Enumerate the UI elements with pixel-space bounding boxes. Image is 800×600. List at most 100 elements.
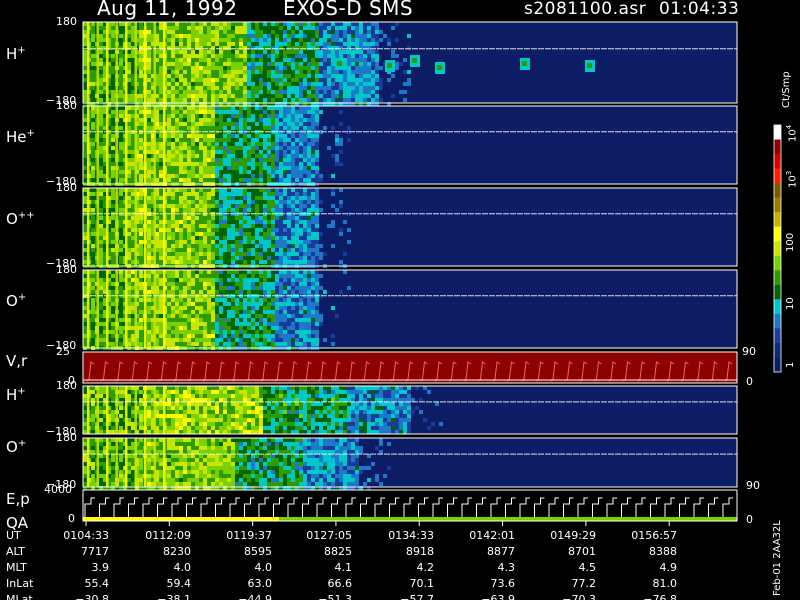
- heatmap-cell: [119, 46, 123, 50]
- heatmap-cell: [171, 248, 175, 252]
- heatmap-cell: [99, 220, 103, 224]
- heatmap-cell: [215, 240, 219, 244]
- heatmap-cell: [111, 26, 115, 30]
- heatmap-cell: [275, 138, 279, 142]
- heatmap-cell: [183, 290, 187, 294]
- heatmap-cell: [131, 274, 135, 278]
- heatmap-cell: [203, 244, 207, 248]
- heatmap-cell: [303, 62, 307, 66]
- heatmap-cell: [331, 42, 335, 46]
- heatmap-cell: [227, 86, 231, 90]
- heatmap-cell: [275, 146, 279, 150]
- heatmap-cell: [179, 86, 183, 90]
- heatmap-cell: [259, 290, 263, 294]
- heatmap-cell: [183, 26, 187, 30]
- heatmap-cell: [263, 78, 267, 82]
- heatmap-cell: [219, 200, 223, 204]
- heatmap-cell: [275, 224, 279, 228]
- heatmap-cell: [347, 30, 351, 34]
- heatmap-cell: [215, 252, 219, 256]
- heatmap-cell: [255, 70, 259, 74]
- heatmap-cell: [167, 106, 171, 110]
- heatmap-cell: [175, 260, 179, 264]
- heatmap-cell: [223, 192, 227, 196]
- heatmap-cell: [263, 138, 267, 142]
- heatmap-cell: [283, 82, 287, 86]
- heatmap-cell: [235, 286, 239, 290]
- heatmap-cell: [203, 166, 207, 170]
- heatmap-cell: [243, 114, 247, 118]
- heatmap-cell: [291, 260, 295, 264]
- heatmap-cell: [195, 200, 199, 204]
- heatmap-cell: [279, 34, 283, 38]
- heatmap-cell: [287, 188, 291, 192]
- heatmap-cell: [247, 150, 251, 154]
- heatmap-cell: [111, 224, 115, 228]
- heatmap-cell: [195, 208, 199, 212]
- heatmap-cell: [119, 302, 123, 306]
- heatmap-cell: [171, 228, 175, 232]
- heatmap-cell: [227, 200, 231, 204]
- heatmap-cell: [227, 150, 231, 154]
- heatmap-cell: [375, 58, 379, 62]
- heatmap-cell: [231, 118, 235, 122]
- heatmap-cell: [263, 170, 267, 174]
- heatmap-cell: [303, 166, 307, 170]
- heatmap-cell: [315, 66, 319, 70]
- heatmap-cell: [223, 256, 227, 260]
- heatmap-cell: [199, 298, 203, 302]
- heatmap-cell: [263, 118, 267, 122]
- heatmap-cell: [183, 326, 187, 330]
- heatmap-cell: [199, 66, 203, 70]
- heatmap-cell: [127, 50, 131, 54]
- heatmap-cell: [375, 98, 379, 102]
- heatmap-cell: [371, 74, 375, 78]
- heatmap-cell: [187, 126, 191, 130]
- heatmap-cell: [239, 142, 243, 146]
- heatmap-stripe: [125, 106, 128, 184]
- heatmap-cell: [307, 154, 311, 158]
- heatmap-cell: [187, 306, 191, 310]
- heatmap-cell: [83, 98, 87, 102]
- heatmap-cell: [203, 270, 207, 274]
- heatmap-cell: [371, 90, 375, 94]
- heatmap-cell: [83, 196, 87, 200]
- heatmap-cell: [175, 322, 179, 326]
- heatmap-cell: [239, 274, 243, 278]
- heatmap-cell: [347, 90, 351, 94]
- heatmap-cell: [203, 162, 207, 166]
- heatmap-cell: [395, 54, 399, 58]
- heatmap-cell: [227, 188, 231, 192]
- heatmap-cell: [227, 208, 231, 212]
- heatmap-cell: [259, 302, 263, 306]
- heatmap-cell: [275, 208, 279, 212]
- heatmap-cell: [119, 260, 123, 264]
- heatmap-cell: [147, 54, 151, 58]
- heatmap-cell: [227, 66, 231, 70]
- heatmap-cell: [191, 62, 195, 66]
- heatmap-cell: [239, 90, 243, 94]
- heatmap-cell: [255, 178, 259, 182]
- heatmap-cell: [131, 248, 135, 252]
- heatmap-cell: [99, 286, 103, 290]
- heatmap-cell: [379, 86, 383, 90]
- heatmap-cell: [179, 274, 183, 278]
- heatmap-cell: [307, 248, 311, 252]
- heatmap-cell: [271, 78, 275, 82]
- heatmap-cell: [159, 232, 163, 236]
- heatmap-cell: [183, 86, 187, 90]
- heatmap-cell: [91, 94, 95, 98]
- heatmap-cell: [231, 256, 235, 260]
- heatmap-cell: [251, 150, 255, 154]
- heatmap-cell: [147, 322, 151, 326]
- heatmap-cell: [179, 342, 183, 346]
- heatmap-cell: [263, 302, 267, 306]
- heatmap-cell: [175, 228, 179, 232]
- heatmap-cell: [91, 154, 95, 158]
- heatmap-cell: [83, 204, 87, 208]
- heatmap-cell: [315, 178, 319, 182]
- heatmap-cell: [251, 178, 255, 182]
- heatmap-cell: [211, 154, 215, 158]
- heatmap-cell: [335, 54, 339, 58]
- heatmap-cell: [299, 240, 303, 244]
